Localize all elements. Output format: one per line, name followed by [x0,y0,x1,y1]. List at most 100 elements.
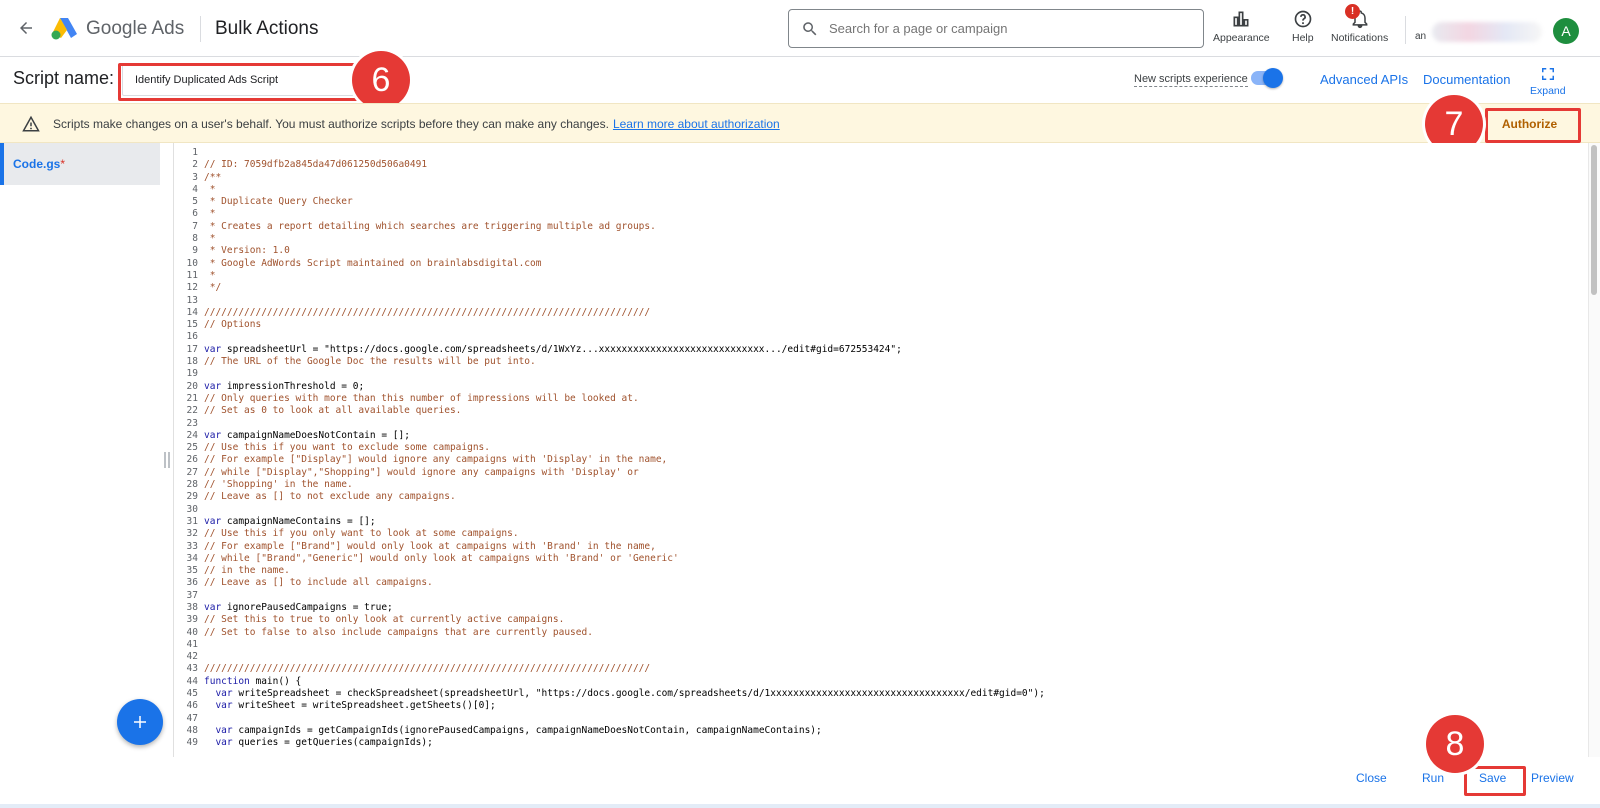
code-content[interactable]: // ID: 7059dfb2a845da47d061250d506a0491 /… [204,147,1045,750]
line-number: 5 [192,196,198,208]
top-app-bar: Google Ads Bulk Actions Appearance Help … [0,0,1600,57]
highlight-box-save [1464,766,1526,796]
expand-button[interactable]: Expand [1530,67,1566,97]
line-number: 46 [186,700,198,712]
new-experience-label: New scripts experience [1134,73,1248,87]
account-name[interactable]: an [1415,31,1426,42]
line-number: 12 [186,282,198,294]
brand-name: Google Ads [86,18,185,39]
code-line: * Duplicate Query Checker [204,196,353,208]
documentation-link[interactable]: Documentation [1423,72,1510,87]
code-line: // Leave as [] to include all campaigns. [204,577,433,589]
line-number: 8 [192,233,198,245]
search-input[interactable] [829,21,1189,36]
code-line: // while ["Brand","Generic"] would only … [204,552,679,564]
code-line: // in the name. [204,565,290,577]
code-line: * [204,183,216,195]
code-line: // Set to false to also include campaign… [204,626,593,638]
fullscreen-icon [1541,68,1554,80]
code-line: * [204,233,216,245]
code-line: // Leave as [] to not exclude any campai… [204,491,456,503]
code-line: * [204,269,216,281]
highlight-box-authorize [1485,108,1581,143]
line-number: 33 [186,540,198,552]
line-number: 21 [186,392,198,404]
line-number: 44 [186,675,198,687]
code-line: var queries = getQueries(campaignIds); [215,737,433,749]
line-number: 24 [186,429,198,441]
scrollbar-thumb[interactable] [1591,145,1597,295]
line-number: 32 [186,528,198,540]
line-number: 40 [186,626,198,638]
learn-more-link[interactable]: Learn more about authorization [613,117,780,131]
avatar[interactable]: A [1553,18,1579,44]
code-line: ////////////////////////////////////////… [204,663,651,675]
preview-button[interactable]: Preview [1531,771,1574,785]
line-number: 17 [186,343,198,355]
line-number: 10 [186,257,198,269]
line-number: 34 [186,552,198,564]
close-button[interactable]: Close [1356,771,1387,785]
line-number: 41 [186,638,198,650]
code-line: var campaignNameContains = []; [204,515,376,527]
code-line: function main() { [204,675,302,687]
line-number: 47 [186,712,198,724]
code-line: // For example ["Brand"] would only look… [204,540,656,552]
notification-badge: ! [1345,4,1360,19]
file-tab-code-gs[interactable]: Code.gs* [0,143,160,185]
line-number: 26 [186,454,198,466]
line-number: 1 [192,147,198,158]
google-ads-logo-icon [50,16,78,40]
code-line: // while ["Display","Shopping"] would ig… [204,466,639,478]
code-line: // Options [204,319,262,331]
code-line: // 'Shopping' in the name. [204,479,353,491]
toggle-knob [1263,68,1283,88]
code-line: // Only queries with more than this numb… [204,392,639,404]
search-icon [803,21,817,35]
notifications-button[interactable]: ! Notifications [1331,4,1388,44]
help-label: Help [1292,32,1314,44]
search-box[interactable] [788,9,1204,48]
code-line: var writeSpreadsheet = checkSpreadsheet(… [215,688,1045,700]
code-line: */ [204,282,222,294]
line-number: 45 [186,688,198,700]
line-number: 14 [186,306,198,318]
panel-resize-handle[interactable] [164,452,170,468]
appearance-button[interactable]: Appearance [1213,9,1270,44]
code-line: var ignorePausedCampaigns = true; [204,601,393,613]
code-line: // The URL of the Google Doc the results… [204,356,536,368]
code-line: // ID: 7059dfb2a845da47d061250d506a0491 [204,159,428,171]
back-arrow-icon[interactable] [12,14,40,42]
warning-icon [22,115,40,132]
code-editor[interactable]: 1 2 3 4 5 6 7 8 9 10 11 12 13 14 15 16 17 18 19 20 21 22 23 24 2… [173,143,1588,757]
line-number: 30 [186,503,198,515]
code-line: var campaignNameDoesNotContain = []; [204,429,410,441]
add-file-button[interactable] [117,699,163,745]
code-line: * Creates a report detailing which searc… [204,220,656,232]
script-name-label: Script name: [13,68,115,88]
new-experience-toggle[interactable] [1251,68,1283,88]
editor-scrollbar[interactable] [1588,143,1600,757]
help-button[interactable]: Help [1292,9,1314,44]
code-line: * [204,208,216,220]
line-number: 25 [186,442,198,454]
code-line: // For example ["Display"] would ignore … [204,454,668,466]
code-line: var spreadsheetUrl = "https://docs.googl… [204,343,902,355]
file-name: Code.gs [13,157,61,171]
advanced-apis-link[interactable]: Advanced APIs [1320,72,1408,87]
run-button[interactable]: Run [1422,771,1444,785]
line-number: 39 [186,614,198,626]
appearance-label: Appearance [1213,32,1270,44]
line-number: 15 [186,319,198,331]
line-number: 49 [186,737,198,749]
line-number: 37 [186,589,198,601]
code-line: var impressionThreshold = 0; [204,380,365,392]
code-line: // Set as 0 to look at all available que… [204,405,462,417]
footer-actions: Close Run Save Preview [0,757,1600,808]
divider [1405,16,1406,44]
